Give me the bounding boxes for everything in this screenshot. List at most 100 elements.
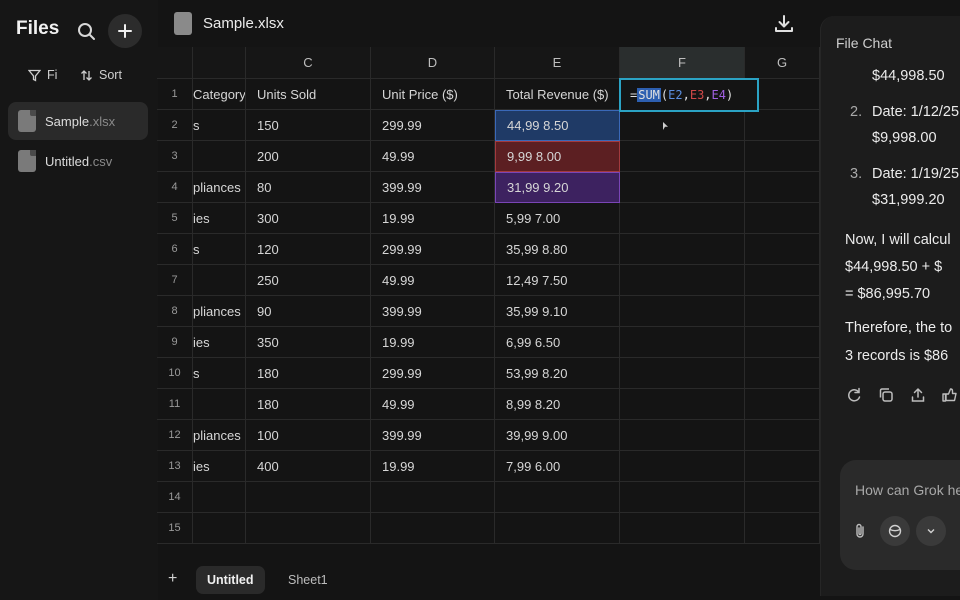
table-cell-c15[interactable] <box>246 513 371 544</box>
table-cell-e8[interactable]: 35,99 9.10 <box>495 296 620 327</box>
table-cell-c12[interactable]: 100 <box>246 420 371 451</box>
table-cell-d4[interactable]: 399.99 <box>371 172 495 203</box>
table-cell-g9[interactable] <box>745 327 820 358</box>
share-icon[interactable] <box>909 386 927 404</box>
row-header[interactable]: 15 <box>157 513 193 544</box>
table-cell-f11[interactable] <box>620 389 745 420</box>
row-header[interactable]: 4 <box>157 172 193 203</box>
table-cell-g8[interactable] <box>745 296 820 327</box>
table-cell-b1[interactable]: Category <box>193 79 246 110</box>
table-cell-f15[interactable] <box>620 513 745 544</box>
sheet-tab-untitled[interactable]: Untitled <box>196 566 265 594</box>
table-cell-c1[interactable]: Units Sold <box>246 79 371 110</box>
column-header-d[interactable]: D <box>371 47 495 79</box>
table-cell-e3[interactable]: 9,99 8.00 <box>495 141 620 172</box>
table-cell-c7[interactable]: 250 <box>246 265 371 296</box>
table-cell-c13[interactable]: 400 <box>246 451 371 482</box>
model-dropdown-button[interactable] <box>916 516 946 546</box>
table-cell-b7[interactable] <box>193 265 246 296</box>
row-header[interactable]: 5 <box>157 203 193 234</box>
row-header[interactable]: 3 <box>157 141 193 172</box>
table-cell-b2[interactable]: s <box>193 110 246 141</box>
row-header[interactable]: 9 <box>157 327 193 358</box>
thumbs-up-icon[interactable] <box>941 386 959 404</box>
table-cell-f4[interactable] <box>620 172 745 203</box>
table-cell-g13[interactable] <box>745 451 820 482</box>
table-cell-g7[interactable] <box>745 265 820 296</box>
table-cell-g10[interactable] <box>745 358 820 389</box>
table-cell-g6[interactable] <box>745 234 820 265</box>
column-header-c[interactable]: C <box>246 47 371 79</box>
table-cell-e10[interactable]: 53,99 8.20 <box>495 358 620 389</box>
table-cell-c9[interactable]: 350 <box>246 327 371 358</box>
table-cell-f3[interactable] <box>620 141 745 172</box>
sheet-tab-sheet1[interactable]: Sheet1 <box>277 566 339 594</box>
table-cell-e13[interactable]: 7,99 6.00 <box>495 451 620 482</box>
table-cell-d14[interactable] <box>371 482 495 513</box>
add-sheet-button[interactable]: + <box>168 570 177 588</box>
table-cell-d12[interactable]: 399.99 <box>371 420 495 451</box>
table-cell-c3[interactable]: 200 <box>246 141 371 172</box>
table-cell-d15[interactable] <box>371 513 495 544</box>
table-cell-c4[interactable]: 80 <box>246 172 371 203</box>
table-cell-e6[interactable]: 35,99 8.80 <box>495 234 620 265</box>
table-cell-e4[interactable]: 31,99 9.20 <box>495 172 620 203</box>
table-cell-f6[interactable] <box>620 234 745 265</box>
table-cell-f5[interactable] <box>620 203 745 234</box>
table-cell-e12[interactable]: 39,99 9.00 <box>495 420 620 451</box>
table-cell-e9[interactable]: 6,99 6.50 <box>495 327 620 358</box>
table-cell-b12[interactable]: pliances <box>193 420 246 451</box>
table-cell-e2[interactable]: 44,99 8.50 <box>495 110 620 141</box>
table-cell-b10[interactable]: s <box>193 358 246 389</box>
table-cell-c2[interactable]: 150 <box>246 110 371 141</box>
table-cell-d2[interactable]: 299.99 <box>371 110 495 141</box>
table-cell-b5[interactable]: ies <box>193 203 246 234</box>
table-cell-e5[interactable]: 5,99 7.00 <box>495 203 620 234</box>
table-cell-g14[interactable] <box>745 482 820 513</box>
table-cell-c11[interactable]: 180 <box>246 389 371 420</box>
table-cell-b8[interactable]: pliances <box>193 296 246 327</box>
file-item-untitled[interactable]: Untitled.csv <box>8 142 148 180</box>
column-header-b[interactable] <box>193 47 246 79</box>
table-cell-b4[interactable]: pliances <box>193 172 246 203</box>
table-cell-g3[interactable] <box>745 141 820 172</box>
table-cell-d9[interactable]: 19.99 <box>371 327 495 358</box>
download-icon[interactable] <box>772 12 796 36</box>
table-cell-e1[interactable]: Total Revenue ($) <box>495 79 620 110</box>
formula-cell-f1[interactable]: = SUM(E2, E3, E4) <box>619 78 759 112</box>
table-cell-f12[interactable] <box>620 420 745 451</box>
table-cell-f14[interactable] <box>620 482 745 513</box>
table-cell-f8[interactable] <box>620 296 745 327</box>
table-cell-c5[interactable]: 300 <box>246 203 371 234</box>
table-cell-b6[interactable]: s <box>193 234 246 265</box>
table-cell-d1[interactable]: Unit Price ($) <box>371 79 495 110</box>
row-header[interactable]: 10 <box>157 358 193 389</box>
table-cell-d13[interactable]: 19.99 <box>371 451 495 482</box>
copy-icon[interactable] <box>877 386 895 404</box>
regenerate-icon[interactable] <box>845 386 863 404</box>
column-header-e[interactable]: E <box>495 47 620 79</box>
table-cell-f2[interactable] <box>620 110 745 141</box>
table-cell-d8[interactable]: 399.99 <box>371 296 495 327</box>
table-cell-c10[interactable]: 180 <box>246 358 371 389</box>
sort-button[interactable]: Sort <box>80 68 122 82</box>
table-cell-g15[interactable] <box>745 513 820 544</box>
table-cell-b15[interactable] <box>193 513 246 544</box>
table-cell-b9[interactable]: ies <box>193 327 246 358</box>
row-header[interactable]: 1 <box>157 79 193 110</box>
table-cell-f13[interactable] <box>620 451 745 482</box>
file-item-sample[interactable]: Sample.xlsx <box>8 102 148 140</box>
row-header[interactable]: 13 <box>157 451 193 482</box>
row-header[interactable]: 6 <box>157 234 193 265</box>
row-header[interactable]: 11 <box>157 389 193 420</box>
table-cell-e7[interactable]: 12,49 7.50 <box>495 265 620 296</box>
add-file-button[interactable] <box>108 14 142 48</box>
row-header[interactable]: 8 <box>157 296 193 327</box>
attach-icon[interactable] <box>852 522 868 545</box>
row-header[interactable]: 12 <box>157 420 193 451</box>
column-header-g[interactable]: G <box>745 47 820 79</box>
search-icon[interactable] <box>74 19 98 43</box>
table-cell-d5[interactable]: 19.99 <box>371 203 495 234</box>
chat-input-box[interactable]: How can Grok he <box>840 460 960 570</box>
table-cell-d11[interactable]: 49.99 <box>371 389 495 420</box>
